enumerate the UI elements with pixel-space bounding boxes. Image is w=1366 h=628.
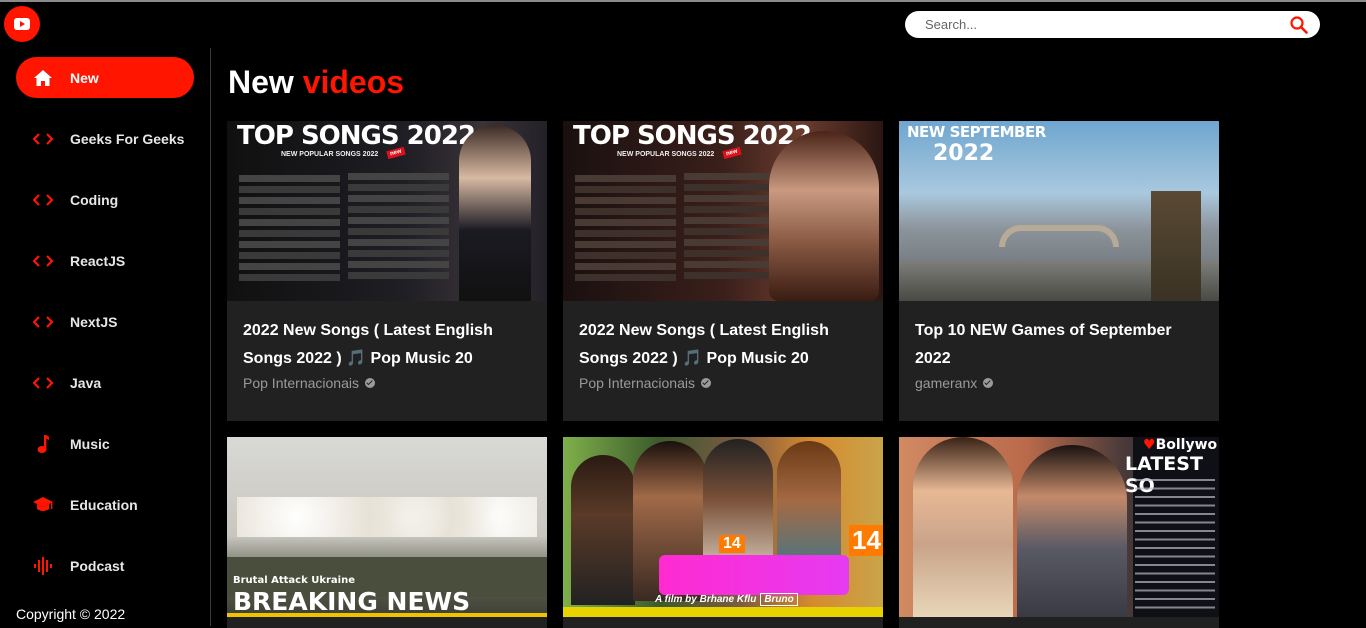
sidebar-divider xyxy=(210,48,211,626)
film-credit: A film by Brhane Kflu Bruno xyxy=(655,593,798,606)
sidebar-item-podcast[interactable]: Podcast xyxy=(16,545,194,586)
sidebar-item-label: Podcast xyxy=(70,557,125,574)
sidebar-item-label: New xyxy=(70,69,99,86)
sidebar-item-music[interactable]: Music xyxy=(16,423,194,464)
page-title-accent: videos xyxy=(302,64,405,100)
sidebar: New Geeks For Geeks Coding ReactJS NextJ… xyxy=(0,48,210,628)
code-icon xyxy=(32,128,54,150)
code-icon xyxy=(32,189,54,211)
thumbnail-title-line1: ♥Bollywo xyxy=(1143,437,1217,453)
sidebar-item-reactjs[interactable]: ReactJS xyxy=(16,240,194,281)
verified-icon xyxy=(700,378,711,388)
video-title[interactable]: Top 10 NEW Games of September 2022 xyxy=(915,317,1211,373)
video-thumbnail[interactable]: 14 14 A film by Brhane Kflu Bruno xyxy=(563,437,883,617)
verified-icon xyxy=(364,378,375,388)
window-top-border xyxy=(0,0,1366,2)
video-card[interactable]: TOP SONGS 2022 NEW POPULAR SONGS 2022 ne… xyxy=(563,121,883,421)
sidebar-item-label: Coding xyxy=(70,191,119,208)
verified-icon xyxy=(983,378,994,388)
video-thumbnail[interactable]: TOP SONGS 2022 NEW POPULAR SONGS 2022 ne… xyxy=(563,121,883,301)
channel-label: gameranx xyxy=(915,375,978,391)
thumbnail-title-line1-text: Bollywo xyxy=(1155,437,1218,453)
film-credit-text: A film by Brhane Kflu xyxy=(655,594,757,605)
podcast-icon xyxy=(32,555,54,577)
page-title-part1: New xyxy=(228,64,303,100)
page-title: New videos xyxy=(228,64,404,101)
sidebar-item-label: Music xyxy=(70,435,110,452)
video-thumbnail[interactable]: NEW SEPTEMBER 2022 xyxy=(899,121,1219,301)
video-thumbnail[interactable]: TOP SONGS 2022 NEW POPULAR SONGS 2022 ne… xyxy=(227,121,547,301)
copyright-text: Copyright © 2022 xyxy=(16,606,126,622)
code-icon xyxy=(32,311,54,333)
video-card[interactable]: TOP SONGS 2022 NEW POPULAR SONGS 2022 ne… xyxy=(227,121,547,421)
home-icon xyxy=(32,67,54,89)
episode-badge: 14 xyxy=(719,535,745,553)
thumbnail-person xyxy=(571,455,635,605)
thumbnail-caption-small: Brutal Attack Ukraine xyxy=(233,575,355,586)
episode-badge-large: 14 xyxy=(849,525,883,556)
channel-label: Pop Internacionais xyxy=(243,375,359,391)
play-icon xyxy=(14,18,30,30)
sidebar-item-label: NextJS xyxy=(70,313,118,330)
sidebar-item-label: Java xyxy=(70,374,102,391)
video-card[interactable]: Brutal Attack Ukraine BREAKING NEWS xyxy=(227,437,547,628)
music-note-icon xyxy=(32,433,54,455)
thumbnail-ticker-bar xyxy=(227,613,547,617)
search-bar xyxy=(905,11,1320,38)
thumbnail-title: TOP SONGS 2022 xyxy=(573,121,812,151)
app-logo[interactable] xyxy=(4,6,40,42)
graduation-cap-icon xyxy=(32,494,54,516)
thumbnail-smoke xyxy=(237,497,537,537)
sidebar-item-coding[interactable]: Coding xyxy=(16,179,194,220)
video-thumbnail[interactable]: Brutal Attack Ukraine BREAKING NEWS xyxy=(227,437,547,617)
sidebar-item-label: Geeks For Geeks xyxy=(70,130,185,147)
sidebar-item-label: Education xyxy=(70,496,138,513)
video-title[interactable]: 2022 New Songs ( Latest English Songs 20… xyxy=(579,317,875,373)
search-icon[interactable] xyxy=(1290,15,1308,34)
video-thumbnail[interactable]: ♥Bollywo LATEST SO xyxy=(899,437,1219,617)
channel-name[interactable]: Pop Internacionais xyxy=(243,375,375,391)
sidebar-item-new[interactable]: New xyxy=(16,57,194,98)
thumbnail-soldier xyxy=(1151,191,1201,301)
channel-label: Pop Internacionais xyxy=(579,375,695,391)
thumbnail-subtitle: NEW POPULAR SONGS 2022 xyxy=(281,151,379,158)
sidebar-item-education[interactable]: Education xyxy=(16,484,194,525)
sidebar-item-nextjs[interactable]: NextJS xyxy=(16,301,194,342)
thumbnail-person xyxy=(769,131,879,301)
thumbnail-title-line2: 2022 xyxy=(933,141,995,166)
song-list xyxy=(239,173,449,284)
thumbnail-person xyxy=(1017,445,1127,617)
thumbnail-title-line1: NEW SEPTEMBER xyxy=(907,123,1046,141)
video-card[interactable]: ♥Bollywo LATEST SO xyxy=(899,437,1219,628)
thumbnail-person xyxy=(913,437,1013,617)
sidebar-item-label: ReactJS xyxy=(70,252,126,269)
channel-name[interactable]: Pop Internacionais xyxy=(579,375,711,391)
heart-icon: ♥ xyxy=(1143,437,1156,453)
video-card[interactable]: 14 14 A film by Brhane Kflu Bruno xyxy=(563,437,883,628)
search-input[interactable] xyxy=(923,16,1290,33)
code-icon xyxy=(32,250,54,272)
video-title[interactable]: 2022 New Songs ( Latest English Songs 20… xyxy=(243,317,539,373)
thumbnail-ge-ez-title xyxy=(659,555,849,595)
thumbnail-caption-big: BREAKING NEWS xyxy=(233,587,471,616)
channel-name[interactable]: gameranx xyxy=(915,375,994,391)
video-card[interactable]: NEW SEPTEMBER 2022 Top 10 NEW Games of S… xyxy=(899,121,1219,421)
thumbnail-title: TOP SONGS 2022 xyxy=(237,121,476,151)
code-icon xyxy=(32,372,54,394)
sidebar-item-java[interactable]: Java xyxy=(16,362,194,403)
sidebar-item-geeks-for-geeks[interactable]: Geeks For Geeks xyxy=(16,118,194,159)
thumbnail-subtitle: NEW POPULAR SONGS 2022 xyxy=(617,151,715,158)
song-list xyxy=(575,173,785,284)
thumbnail-tracklist-lines xyxy=(1135,479,1215,615)
thumbnail-bottom-band xyxy=(563,607,883,617)
thumbnail-person xyxy=(459,125,531,301)
thumbnail-bridge xyxy=(999,225,1119,247)
film-credit-box: Bruno xyxy=(760,593,798,606)
